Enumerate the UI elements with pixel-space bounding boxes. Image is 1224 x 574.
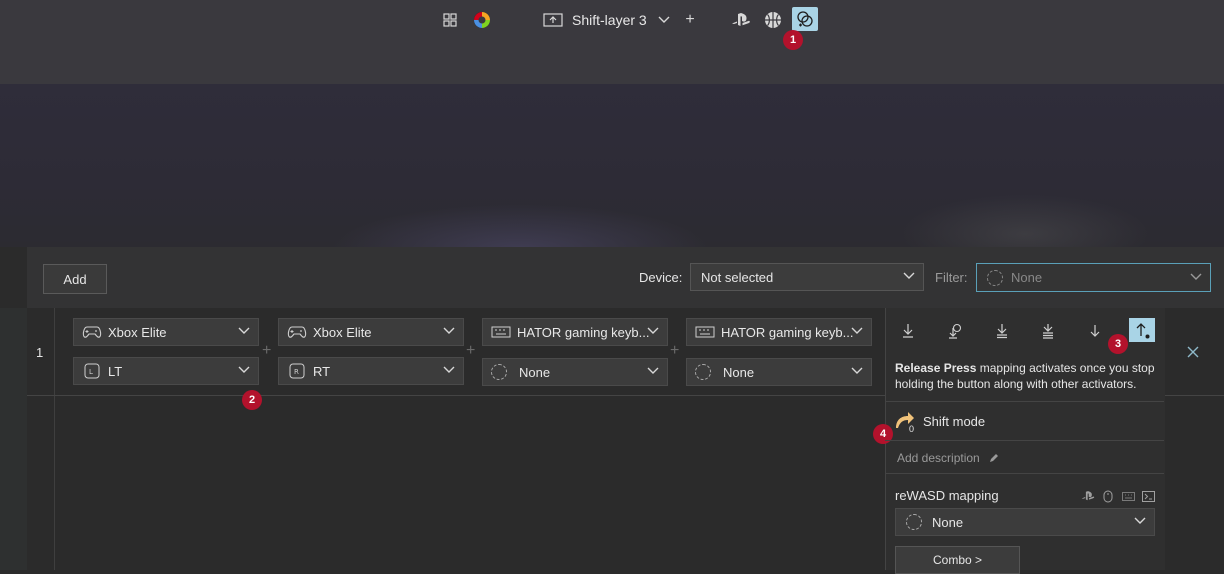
close-icon[interactable] [1187, 342, 1199, 363]
device-name: HATOR gaming keyb... [517, 324, 650, 340]
dashed-circle-icon [695, 364, 711, 380]
left-gutter [0, 308, 27, 570]
mouse-icon[interactable] [1101, 489, 1115, 503]
plus-separator: + [262, 342, 272, 359]
shift-mode-icon[interactable] [792, 7, 818, 31]
pencil-icon [989, 452, 999, 466]
chevron-down-icon [903, 271, 915, 283]
mode-description: Release Press mapping activates once you… [895, 360, 1157, 392]
game-background [0, 84, 1224, 294]
callout-badge-4: 4 [873, 424, 893, 444]
callout-badge-1: 1 [783, 30, 803, 50]
chevron-down-icon [238, 365, 250, 377]
add-button[interactable]: Add [43, 264, 107, 294]
svg-text:L: L [89, 368, 93, 376]
panel-divider [885, 473, 1164, 474]
activator-1-button-select[interactable]: L LT [73, 357, 259, 385]
dashed-circle-icon [906, 514, 922, 530]
chevron-down-icon [647, 366, 659, 378]
single-press-icon[interactable] [896, 320, 920, 342]
layer-name[interactable]: Shift-layer 3 [572, 12, 647, 28]
playstation-icon[interactable] [730, 9, 752, 31]
activator-3-device-select[interactable]: HATOR gaming keyb... [482, 318, 668, 346]
keyboard-icon [491, 324, 511, 340]
filter-select[interactable]: None [976, 263, 1211, 292]
start-press-icon[interactable] [1083, 320, 1107, 342]
chevron-down-icon [851, 326, 863, 338]
long-press-icon[interactable] [943, 320, 967, 342]
filter-select-value: None [1011, 270, 1043, 285]
row-divider [27, 395, 885, 396]
plus-icon[interactable]: + [679, 9, 701, 31]
chevron-down-icon [238, 326, 250, 338]
button-name: LT [108, 363, 123, 379]
activator-2-button-select[interactable]: R RT [278, 357, 464, 385]
chevron-down-icon [1190, 272, 1202, 284]
device-name: Xbox Elite [313, 324, 372, 340]
activator-2-device-select[interactable]: Xbox Elite [278, 318, 464, 346]
device-label: Device: [639, 270, 683, 285]
rewasd-mapping-label: reWASD mapping [895, 488, 999, 503]
plus-separator: + [670, 342, 680, 359]
chevron-down-icon[interactable] [653, 9, 675, 31]
device-name: Xbox Elite [108, 324, 167, 340]
button-name: RT [313, 363, 331, 379]
row-divider-right [1164, 395, 1224, 396]
device-select-value: Not selected [701, 269, 774, 285]
svg-text:R: R [294, 368, 299, 376]
activator-3-button-select[interactable]: None [482, 358, 668, 386]
row-number: 1 [36, 345, 44, 360]
release-press-icon[interactable] [1129, 318, 1155, 342]
lt-trigger-icon: L [82, 363, 102, 379]
add-description-field[interactable]: Add description [897, 451, 999, 466]
mapping-select-value: None [932, 514, 964, 530]
dashed-circle-icon [987, 269, 1003, 286]
activator-1-device-select[interactable]: Xbox Elite [73, 318, 259, 346]
activator-4-device-select[interactable]: HATOR gaming keyb... [686, 318, 872, 346]
chevron-down-icon [647, 326, 659, 338]
callout-badge-2: 2 [242, 390, 262, 410]
rt-trigger-icon: R [287, 363, 307, 379]
shift-mode-label[interactable]: Shift mode [923, 414, 985, 429]
basketball-icon[interactable] [762, 9, 784, 31]
terminal-icon[interactable] [1141, 489, 1155, 503]
shift-arrow-icon [893, 410, 919, 434]
triple-press-icon[interactable] [1036, 320, 1060, 342]
color-wheel-icon[interactable] [471, 9, 493, 31]
chevron-down-icon [443, 326, 455, 338]
rewasd-mapping-select[interactable]: None [895, 508, 1155, 536]
shift-number: 0 [909, 424, 915, 434]
button-name: None [519, 364, 551, 380]
activator-4-button-select[interactable]: None [686, 358, 872, 386]
dashed-circle-icon [491, 364, 507, 380]
callout-badge-3: 3 [1108, 334, 1128, 354]
button-name: None [723, 364, 755, 380]
device-select[interactable]: Not selected [690, 263, 924, 291]
layer-add-icon[interactable] [542, 9, 564, 31]
chevron-down-icon [851, 366, 863, 378]
playstation-icon[interactable] [1081, 489, 1095, 503]
panel-divider [885, 401, 1164, 402]
chevron-down-icon [1134, 516, 1146, 528]
keyboard-icon[interactable] [1121, 489, 1135, 503]
plus-separator: + [466, 342, 476, 359]
double-press-icon[interactable] [990, 320, 1014, 342]
keyboard-icon [695, 324, 715, 340]
gamepad-icon [82, 324, 102, 340]
device-name: HATOR gaming keyb... [721, 324, 854, 340]
gamepad-icon [287, 324, 307, 340]
chevron-down-icon [443, 365, 455, 377]
add-description-label: Add description [897, 451, 980, 465]
panel-divider [885, 440, 1164, 441]
filter-label: Filter: [935, 270, 968, 285]
mode-name: Release Press [895, 361, 977, 375]
grid-icon[interactable] [439, 9, 461, 31]
